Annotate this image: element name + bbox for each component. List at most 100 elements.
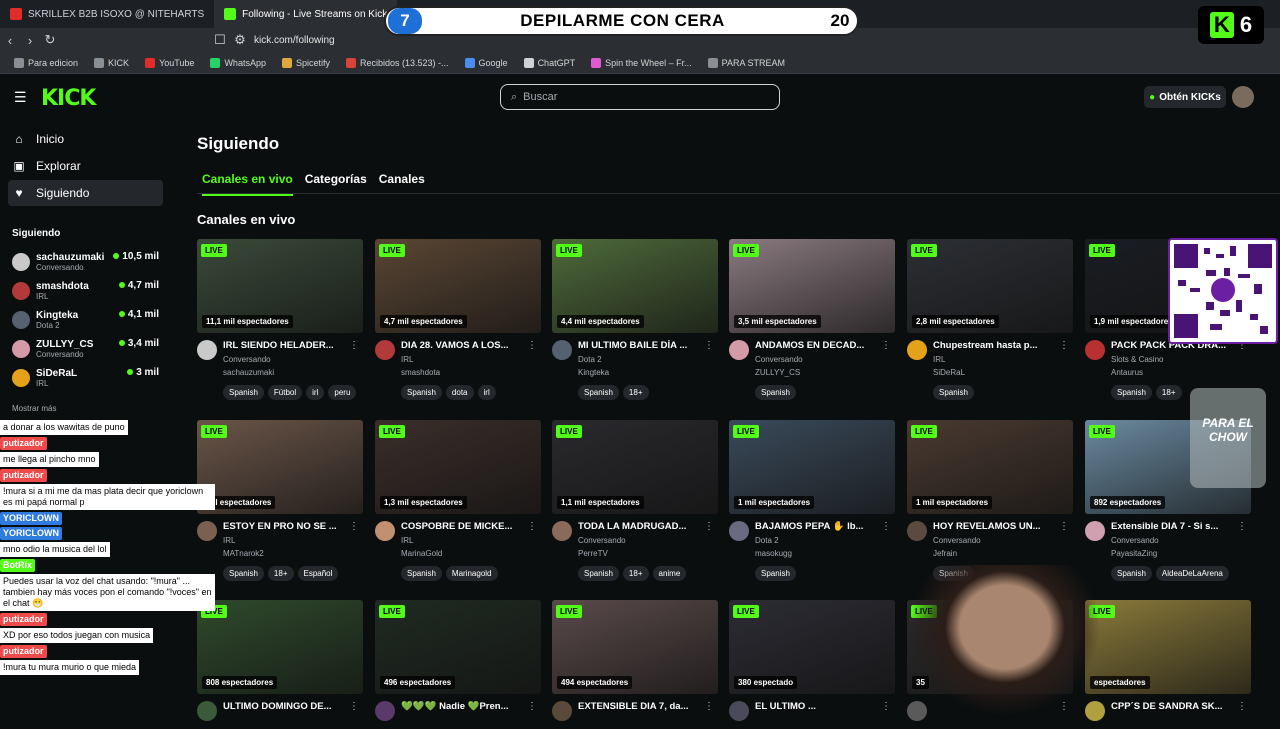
stream-title[interactable]: DIA 28. VAMOS A LOS... [401, 340, 526, 351]
avatar[interactable] [197, 340, 217, 360]
more-options-icon[interactable]: ⋮ [349, 521, 359, 532]
more-options-icon[interactable]: ⋮ [881, 521, 891, 532]
sidebar-item-siguiendo[interactable]: ♥ Siguiendo [8, 180, 163, 206]
stream-card[interactable]: LIVE 380 espectado EL ULTIMO ... ⋮ [729, 600, 895, 729]
sidebar-item-inicio[interactable]: ⌂ Inicio [8, 126, 163, 152]
stream-card[interactable]: LIVE 494 espectadores EXTENSIBLE DIA 7, da… [552, 600, 718, 729]
more-options-icon[interactable]: ⋮ [527, 701, 537, 712]
stream-category[interactable]: Conversando [755, 355, 880, 364]
more-options-icon[interactable]: ⋮ [704, 521, 714, 532]
more-options-icon[interactable]: ⋮ [1059, 340, 1069, 351]
stream-tag[interactable]: Spanish [755, 385, 796, 400]
stream-card[interactable]: LIVE 1 mil espectadores BAJAMOS PEPA ✋ lb.… [729, 420, 895, 581]
stream-category[interactable]: Dota 2 [755, 536, 880, 545]
channel-name[interactable]: Kingteka [578, 368, 703, 377]
get-kicks-button[interactable]: ● Obtén KICKs [1144, 86, 1226, 108]
avatar[interactable] [729, 340, 749, 360]
bookmark-item[interactable]: YouTube [139, 57, 200, 68]
avatar[interactable] [375, 701, 395, 721]
reload-icon[interactable]: ↻ [40, 32, 60, 48]
channel-name[interactable]: PerreTV [578, 549, 703, 558]
avatar[interactable] [1085, 340, 1105, 360]
followed-channel[interactable]: smashdota IRL 4,7 mil [0, 276, 175, 305]
stream-category[interactable]: IRL [401, 355, 526, 364]
sidebar-item-explorar[interactable]: ▣ Explorar [8, 153, 163, 179]
stream-title[interactable]: ANDAMOS EN DECAD... [755, 340, 880, 351]
channel-name[interactable]: ZULLYY_CS [755, 368, 880, 377]
channel-name[interactable]: MATnarok2 [223, 549, 348, 558]
stream-title[interactable]: CPP´S DE SANDRA SK... [1111, 701, 1236, 712]
bookmark-item[interactable]: Spin the Wheel – Fr... [585, 57, 698, 68]
stream-card[interactable]: LIVE 3,5 mil espectadores ANDAMOS EN DECAD… [729, 239, 895, 400]
more-options-icon[interactable]: ⋮ [527, 521, 537, 532]
stream-thumbnail[interactable]: LIVE 380 espectado [729, 600, 895, 694]
stream-card[interactable]: LIVE 1,3 mil espectadores COSPOBRE DE MICK… [375, 420, 541, 581]
stream-card[interactable]: LIVE 2,8 mil espectadores Chupestream hast… [907, 239, 1073, 400]
followed-channel[interactable]: Kingteka Dota 2 4,1 mil [0, 305, 175, 334]
stream-card[interactable]: LIVE 1,1 mil espectadores TODA LA MADRUGAD… [552, 420, 718, 581]
followed-channel[interactable]: SiDeRaL IRL 3 mil [0, 363, 175, 392]
stream-tag[interactable]: 18+ [622, 566, 649, 581]
stream-title[interactable]: ESTOY EN PRO NO SE ... [223, 521, 348, 532]
browser-tab[interactable]: SKRILLEX B2B ISOXO @ NITEHARTS [0, 0, 214, 28]
stream-tag[interactable]: Marinagold [445, 566, 498, 581]
channel-name[interactable]: PayasitaZing [1111, 549, 1236, 558]
bookmark-item[interactable]: Spicetify [276, 57, 336, 68]
stream-tag[interactable]: Spanish [401, 385, 442, 400]
stream-card[interactable]: LIVE 496 espectadores 💚💚💚 Nadie 💚Pren... ⋮ [375, 600, 541, 729]
stream-title[interactable]: Extensible DIA 7 - Si s... [1111, 521, 1236, 532]
stream-title[interactable]: Chupestream hasta p... [933, 340, 1058, 351]
stream-tag[interactable]: Spanish [755, 566, 796, 581]
avatar[interactable] [552, 340, 572, 360]
chat-username[interactable]: putizador [0, 469, 47, 482]
stream-tag[interactable]: 18+ [1155, 385, 1182, 400]
channel-name[interactable]: masokugg [755, 549, 880, 558]
bookmark-item[interactable]: Google [459, 57, 514, 68]
bookmark-item[interactable]: PARA STREAM [702, 57, 791, 68]
more-options-icon[interactable]: ⋮ [1237, 701, 1247, 712]
stream-tag[interactable]: Spanish [578, 385, 619, 400]
stream-tag[interactable]: Spanish [401, 566, 442, 581]
bookmark-item[interactable]: WhatsApp [204, 57, 272, 68]
user-avatar[interactable] [1232, 86, 1254, 108]
stream-category[interactable]: Conversando [578, 536, 703, 545]
stream-title[interactable]: COSPOBRE DE MICKE... [401, 521, 526, 532]
show-more-link[interactable]: Mostrar más [12, 404, 175, 413]
more-options-icon[interactable]: ⋮ [881, 340, 891, 351]
stream-title[interactable]: HOY REVELAMOS UN... [933, 521, 1058, 532]
stream-title[interactable]: EXTENSIBLE DIA 7, da... [578, 701, 703, 712]
avatar[interactable] [907, 340, 927, 360]
browser-tab[interactable]: Following - Live Streams on Kick [214, 0, 398, 28]
search-input[interactable]: ⌕ Buscar [500, 84, 780, 110]
stream-category[interactable]: IRL [401, 536, 526, 545]
stream-card[interactable]: LIVEespectadores CPP´S DE SANDRA SK...⋮ [1085, 600, 1251, 729]
stream-tag[interactable]: Spanish [223, 566, 264, 581]
chat-username[interactable]: YORICLOWN [0, 512, 62, 525]
stream-category[interactable]: Conversando [933, 536, 1058, 545]
followed-channel[interactable]: ZULLYY_CS Conversando 3,4 mil [0, 334, 175, 363]
bookmark-icon[interactable]: ☐ [210, 32, 230, 48]
stream-tag[interactable]: Spanish [1111, 566, 1152, 581]
forward-icon[interactable]: › [20, 33, 40, 48]
stream-title[interactable]: TODA LA MADRUGAD... [578, 521, 703, 532]
stream-tag[interactable]: Español [297, 566, 339, 581]
stream-tag[interactable]: Fútbol [267, 385, 303, 400]
stream-card[interactable]: LIVE 11,1 mil espectadores IRL SIENDO HELA… [197, 239, 363, 400]
bookmark-item[interactable]: KICK [88, 57, 135, 68]
chat-username[interactable]: putizador [0, 645, 47, 658]
stream-title[interactable]: MI ULTIMO BAILE DÍA ... [578, 340, 703, 351]
channel-name[interactable]: Antaurus [1111, 368, 1236, 377]
stream-thumbnail[interactable]: LIVE 494 espectadores [552, 600, 718, 694]
stream-tag[interactable]: irl [306, 385, 325, 400]
stream-thumbnail[interactable]: LIVE 496 espectadores [375, 600, 541, 694]
followed-channel[interactable]: sachauzumaki Conversando 10,5 mil [0, 247, 175, 276]
stream-card[interactable]: LIVE 4,4 mil espectadores MI ULTIMO BAILE … [552, 239, 718, 400]
avatar[interactable] [1085, 521, 1105, 541]
stream-thumbnail[interactable]: LIVE 4,7 mil espectadores [375, 239, 541, 333]
channel-name[interactable]: Jefrain [933, 549, 1058, 558]
stream-tag[interactable]: AldeaDeLaArena [1155, 566, 1229, 581]
stream-category[interactable]: IRL [933, 355, 1058, 364]
avatar[interactable] [907, 521, 927, 541]
more-options-icon[interactable]: ⋮ [704, 340, 714, 351]
more-options-icon[interactable]: ⋮ [704, 701, 714, 712]
